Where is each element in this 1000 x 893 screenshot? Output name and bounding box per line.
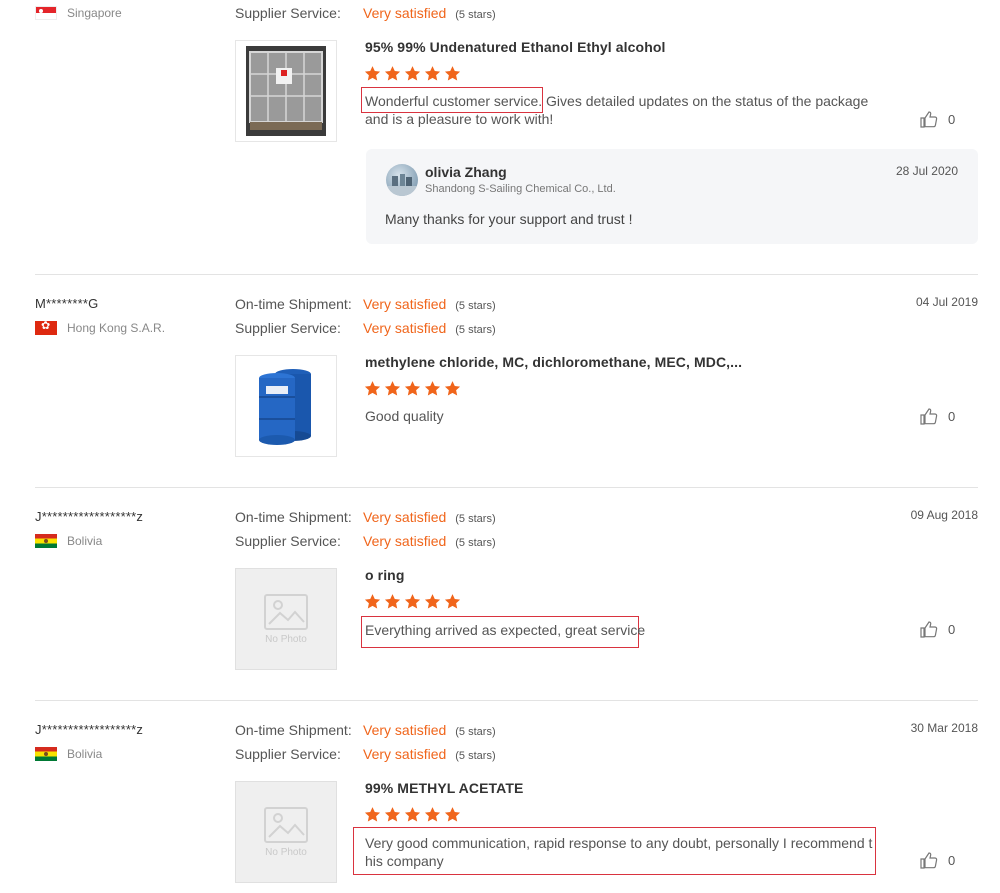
bolivia-flag-icon [35, 747, 57, 761]
review-item: J******************z Bolivia On-time Shi… [0, 488, 1000, 700]
star-icon [444, 807, 461, 822]
star-icon [384, 66, 401, 81]
star-icon [384, 381, 401, 396]
reply-text: Many thanks for your support and trust ! [385, 211, 633, 227]
like-button[interactable]: 0 [920, 851, 955, 869]
product-thumbnail[interactable] [235, 40, 337, 142]
review-text: Everything arrived as expected, great se… [365, 622, 646, 638]
reply-company-name: Shandong S-Sailing Chemical Co., Ltd. [425, 183, 616, 195]
buyer-name: M********G [35, 296, 99, 311]
buyer-name: J******************z [35, 722, 144, 737]
star-icon [404, 381, 421, 396]
review-text: Wonderful customer service. Gives detail… [365, 92, 875, 128]
product-rating-stars [364, 65, 461, 82]
like-button[interactable]: 0 [920, 620, 955, 638]
avatar [386, 164, 418, 196]
thumbs-up-icon [920, 621, 938, 638]
review-date: 09 Aug 2018 [910, 508, 978, 522]
review-text-line: Very good communication, rapid response … [365, 835, 873, 851]
star-icon [404, 807, 421, 822]
star-icon [404, 594, 421, 609]
star-icon [384, 807, 401, 822]
buyer-country: Singapore [35, 6, 122, 20]
product-rating-stars [364, 806, 461, 823]
thumbs-up-icon [920, 852, 938, 869]
review-text-highlight: Wonderful customer service. [365, 93, 543, 109]
product-title[interactable]: methylene chloride, MC, dichloromethane,… [365, 354, 742, 370]
star-icon [384, 594, 401, 609]
product-title[interactable]: 95% 99% Undenatured Ethanol Ethyl alcoho… [365, 39, 666, 55]
review-text: Good quality [365, 408, 444, 424]
buyer-name: J******************z [35, 509, 144, 524]
star-icon [444, 381, 461, 396]
image-placeholder-icon [264, 593, 308, 630]
supplier-service-rating: Supplier Service: Very satisfied (5 star… [235, 5, 496, 21]
buyer-country: Bolivia [35, 747, 102, 761]
product-thumbnail[interactable]: No Photo [235, 568, 337, 670]
like-button[interactable]: 0 [920, 407, 955, 425]
review-text: Very good communication, rapid response … [365, 834, 875, 870]
on-time-shipment-rating: On-time Shipment: Very satisfied (5 star… [235, 296, 496, 312]
product-title[interactable]: o ring [365, 567, 404, 583]
product-rating-stars [364, 380, 461, 397]
review-item: Singapore Supplier Service: Very satisfi… [0, 0, 1000, 274]
like-count: 0 [948, 852, 956, 868]
product-title[interactable]: 99% METHYL ACETATE [365, 780, 523, 796]
review-item: M********G Hong Kong S.A.R. On-time Ship… [0, 275, 1000, 487]
blue-drums-photo [259, 369, 311, 445]
product-thumbnail[interactable] [235, 355, 337, 457]
review-date: 04 Jul 2019 [915, 295, 978, 309]
review-item: J******************z Bolivia On-time Shi… [0, 701, 1000, 893]
buyer-country: Bolivia [35, 534, 102, 548]
like-count: 0 [948, 111, 956, 127]
on-time-shipment-rating: On-time Shipment: Very satisfied (5 star… [235, 509, 496, 525]
star-icon [444, 594, 461, 609]
review-date: 30 Mar 2018 [910, 721, 978, 735]
review-text-line: his company [365, 853, 444, 869]
product-thumbnail[interactable]: No Photo [235, 781, 337, 883]
thumbs-up-icon [920, 408, 938, 425]
singapore-flag-icon [35, 6, 57, 20]
no-photo-label: No Photo [265, 633, 307, 645]
like-count: 0 [948, 621, 956, 637]
supplier-service-rating: Supplier Service: Very satisfied (5 star… [235, 533, 496, 549]
hong-kong-flag-icon [35, 321, 57, 335]
reply-date: 28 Jul 2020 [895, 164, 958, 178]
star-icon [364, 594, 381, 609]
reply-author-name: olivia Zhang [425, 164, 507, 180]
supplier-service-rating: Supplier Service: Very satisfied (5 star… [235, 320, 496, 336]
star-icon [424, 381, 441, 396]
star-icon [404, 66, 421, 81]
star-icon [364, 66, 381, 81]
bolivia-flag-icon [35, 534, 57, 548]
star-icon [424, 66, 441, 81]
supplier-service-rating: Supplier Service: Very satisfied (5 star… [235, 746, 496, 762]
like-button[interactable]: 0 [920, 110, 955, 128]
ibc-tank-photo [246, 46, 326, 136]
star-icon [364, 807, 381, 822]
like-count: 0 [948, 408, 956, 424]
star-icon [424, 594, 441, 609]
star-icon [444, 66, 461, 81]
on-time-shipment-rating: On-time Shipment: Very satisfied (5 star… [235, 722, 496, 738]
no-photo-label: No Photo [265, 846, 307, 858]
thumbs-up-icon [920, 111, 938, 128]
star-icon [364, 381, 381, 396]
star-icon [424, 807, 441, 822]
image-placeholder-icon [264, 806, 308, 843]
supplier-reply: olivia Zhang Shandong S-Sailing Chemical… [366, 149, 978, 244]
buyer-country: Hong Kong S.A.R. [35, 321, 165, 335]
product-rating-stars [364, 593, 461, 610]
